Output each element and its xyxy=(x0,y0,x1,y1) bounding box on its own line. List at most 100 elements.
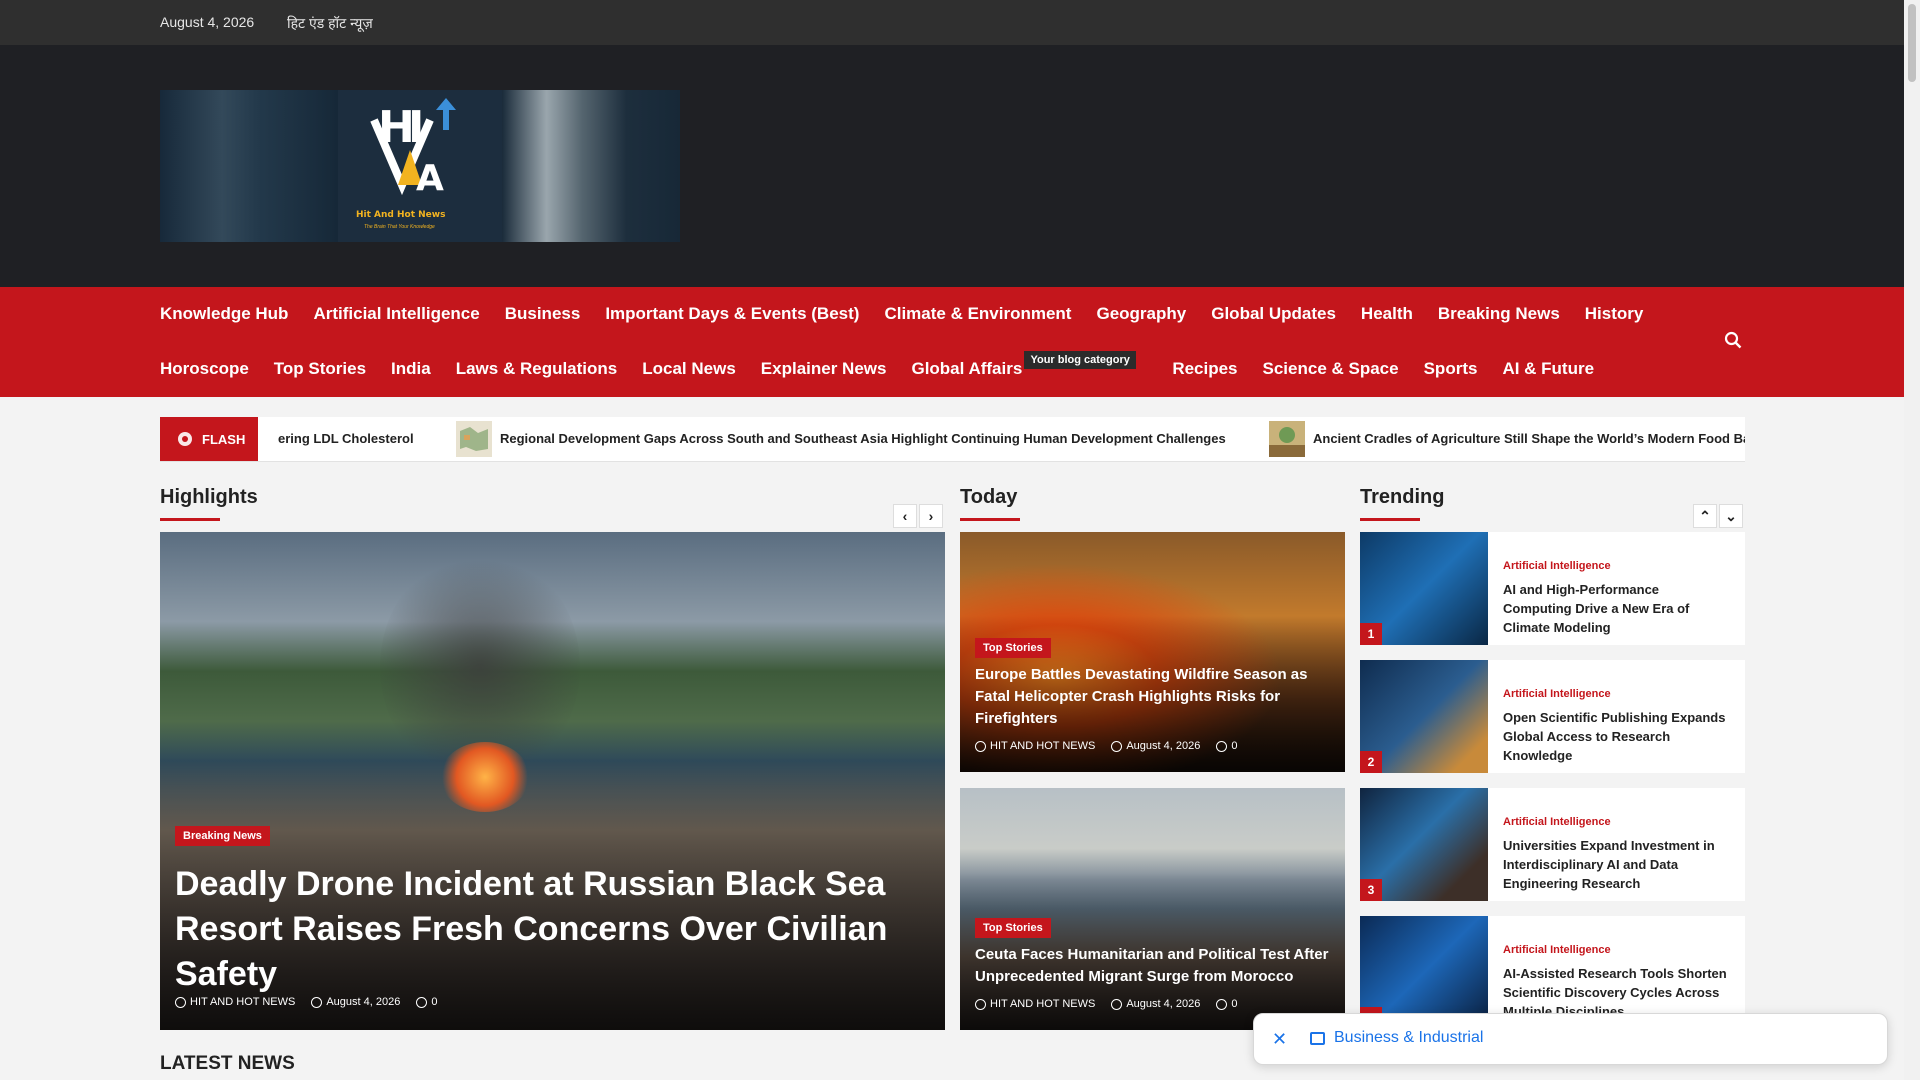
flash-label-text: FLASH xyxy=(202,432,246,447)
category-badge: Your blog category xyxy=(1024,351,1136,369)
close-icon[interactable]: ✕ xyxy=(1272,1029,1287,1050)
trending-rank: 3 xyxy=(1360,879,1382,901)
highlight-card[interactable]: Breaking News Deadly Drone Incident at R… xyxy=(160,532,945,1030)
nav-item-horoscope[interactable]: Horoscope xyxy=(160,359,249,379)
nav-row-2: Horoscope Top Stories India Laws & Regul… xyxy=(160,351,1619,379)
author-name[interactable]: HIT AND HOT NEWS xyxy=(990,740,1095,752)
comment-icon xyxy=(1216,740,1228,752)
article-icon xyxy=(1310,1032,1325,1045)
site-header: H I A Hit And Hot News The Brain That Yo… xyxy=(0,45,1904,287)
search-icon[interactable] xyxy=(1724,331,1742,349)
author-icon xyxy=(175,996,186,1008)
nav-item-india[interactable]: India xyxy=(391,359,431,379)
trending-item[interactable]: 2 Artificial Intelligence Open Scientifi… xyxy=(1360,660,1745,773)
logo-backdrop-right xyxy=(502,90,680,242)
comment-icon xyxy=(416,996,428,1008)
svg-text:A: A xyxy=(416,158,444,199)
nav-item-business[interactable]: Business xyxy=(505,304,581,324)
ticker-thumbnail-map-icon xyxy=(456,421,492,457)
scrollbar-thumb[interactable] xyxy=(1908,4,1916,82)
nav-item-global-affairs[interactable]: Global Affairs Your blog category xyxy=(911,351,1136,379)
flash-label: FLASH xyxy=(160,417,258,461)
article-meta: HIT AND HOT NEWS August 4, 2026 0 xyxy=(975,740,1237,752)
today-card[interactable]: Top Stories Ceuta Faces Humanitarian and… xyxy=(960,788,1345,1030)
latest-news-heading: LATEST NEWS xyxy=(160,1053,295,1074)
nav-item-ai-future[interactable]: AI & Future xyxy=(1502,359,1594,379)
trending-rank: 2 xyxy=(1360,751,1382,773)
clock-icon xyxy=(1111,998,1123,1010)
chevron-right-icon[interactable]: › xyxy=(919,504,943,528)
chevron-down-icon[interactable]: ⌄ xyxy=(1719,504,1743,528)
chevron-up-icon[interactable]: ⌃ xyxy=(1693,504,1717,528)
highlight-title[interactable]: Deadly Drone Incident at Russian Black S… xyxy=(175,862,895,997)
comment-count[interactable]: 0 xyxy=(1231,998,1237,1010)
nav-item-science-space[interactable]: Science & Space xyxy=(1263,359,1399,379)
flash-dot-icon xyxy=(178,432,192,446)
site-logo[interactable]: H I A Hit And Hot News The Brain That Yo… xyxy=(160,90,680,242)
top-bar: August 4, 2026 हिट एंड हॉट न्यूज़ xyxy=(0,0,1904,45)
nav-item-history[interactable]: History xyxy=(1585,304,1644,324)
nav-item-breaking-news[interactable]: Breaking News xyxy=(1438,304,1560,324)
author-icon xyxy=(975,998,986,1010)
category-tag[interactable]: Top Stories xyxy=(975,638,1051,658)
ticker-item[interactable]: Regional Development Gaps Across South a… xyxy=(500,431,1226,446)
comment-count[interactable]: 0 xyxy=(1231,740,1237,752)
highlight-image-fire xyxy=(440,742,530,812)
trending-category[interactable]: Artificial Intelligence xyxy=(1503,688,1611,700)
publish-date: August 4, 2026 xyxy=(326,996,401,1008)
nav-item-artificial-intelligence[interactable]: Artificial Intelligence xyxy=(313,304,479,324)
today-card-title[interactable]: Ceuta Faces Humanitarian and Political T… xyxy=(975,944,1330,988)
nav-item-global-updates[interactable]: Global Updates xyxy=(1211,304,1336,324)
nav-item-explainer-news[interactable]: Explainer News xyxy=(761,359,887,379)
nav-item-knowledge-hub[interactable]: Knowledge Hub xyxy=(160,304,288,324)
comment-count[interactable]: 0 xyxy=(431,996,437,1008)
trending-title[interactable]: Universities Expand Investment in Interd… xyxy=(1503,836,1728,893)
nav-item-health[interactable]: Health xyxy=(1361,304,1413,324)
trending-title[interactable]: Open Scientific Publishing Expands Globa… xyxy=(1503,708,1728,765)
category-tag[interactable]: Top Stories xyxy=(975,918,1051,938)
author-name[interactable]: HIT AND HOT NEWS xyxy=(990,998,1095,1010)
trending-item[interactable]: 3 Artificial Intelligence Universities E… xyxy=(1360,788,1745,901)
highlights-heading: Highlights xyxy=(160,486,258,521)
logo-name: Hit And Hot News xyxy=(356,210,446,220)
today-card-title[interactable]: Europe Battles Devastating Wildfire Seas… xyxy=(975,664,1330,730)
trending-item[interactable]: 1 Artificial Intelligence AI and High-Pe… xyxy=(1360,532,1745,645)
nav-item-global-affairs-label: Global Affairs xyxy=(911,359,1023,378)
nav-item-local-news[interactable]: Local News xyxy=(642,359,736,379)
publish-date: August 4, 2026 xyxy=(1126,998,1201,1010)
ticker-item[interactable]: Ancient Cradles of Agriculture Still Sha… xyxy=(1313,431,1745,446)
article-meta: HIT AND HOT NEWS August 4, 2026 0 xyxy=(175,996,437,1008)
main-navigation: Knowledge Hub Artificial Intelligence Bu… xyxy=(0,287,1904,397)
nav-item-sports[interactable]: Sports xyxy=(1424,359,1478,379)
site-tagline: हिट एंड हॉट न्यूज़ xyxy=(287,15,373,31)
trending-title[interactable]: AI and High-Performance Computing Drive … xyxy=(1503,580,1728,637)
floating-category-bar[interactable]: ✕ Business & Industrial xyxy=(1253,1013,1888,1065)
trending-category[interactable]: Artificial Intelligence xyxy=(1503,816,1611,828)
trending-category[interactable]: Artificial Intelligence xyxy=(1503,560,1611,572)
trending-category[interactable]: Artificial Intelligence xyxy=(1503,944,1611,956)
nav-item-top-stories[interactable]: Top Stories xyxy=(274,359,366,379)
nav-item-laws[interactable]: Laws & Regulations xyxy=(456,359,618,379)
nav-item-recipes[interactable]: Recipes xyxy=(1172,359,1237,379)
author-name[interactable]: HIT AND HOT NEWS xyxy=(190,996,295,1008)
comment-icon xyxy=(1216,998,1228,1010)
article-meta: HIT AND HOT NEWS August 4, 2026 0 xyxy=(975,998,1237,1010)
today-card[interactable]: Top Stories Europe Battles Devastating W… xyxy=(960,532,1345,772)
author-icon xyxy=(975,740,986,752)
nav-row-1: Knowledge Hub Artificial Intelligence Bu… xyxy=(160,304,1668,324)
trending-rank: 1 xyxy=(1360,623,1382,645)
nav-item-geography[interactable]: Geography xyxy=(1096,304,1186,324)
logo-backdrop-left xyxy=(160,90,338,242)
trending-heading: Trending xyxy=(1360,486,1445,521)
chevron-left-icon[interactable]: ‹ xyxy=(893,504,917,528)
ticker-thumbnail-landscape-icon xyxy=(1269,421,1305,457)
category-tag[interactable]: Breaking News xyxy=(175,826,270,846)
flash-ticker: FLASH ering LDL Cholesterol Regional Dev… xyxy=(160,417,1745,462)
logo-slogan: The Brain That Your Knowledge xyxy=(364,224,435,230)
nav-item-important-days[interactable]: Important Days & Events (Best) xyxy=(605,304,859,324)
clock-icon xyxy=(1111,740,1123,752)
nav-item-climate[interactable]: Climate & Environment xyxy=(884,304,1071,324)
page-scrollbar[interactable] xyxy=(1904,0,1920,1080)
floating-category-label[interactable]: Business & Industrial xyxy=(1334,1029,1483,1047)
ticker-item[interactable]: ering LDL Cholesterol xyxy=(278,431,414,446)
